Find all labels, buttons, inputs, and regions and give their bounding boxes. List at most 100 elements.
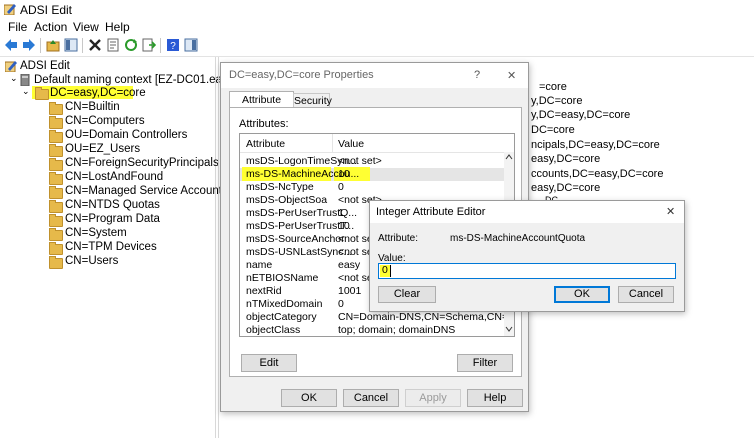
- adsi-edit-icon: [5, 61, 17, 72]
- cell-value: 0: [338, 298, 344, 310]
- filter-button[interactable]: Filter: [457, 354, 513, 372]
- folder-icon: [49, 186, 63, 199]
- folder-icon: [49, 102, 63, 115]
- tree-child[interactable]: OU=EZ_Users: [65, 143, 140, 156]
- clear-button[interactable]: Clear: [378, 286, 436, 303]
- tree-child[interactable]: CN=Program Data: [65, 213, 160, 226]
- list-header: Attribute Value: [240, 134, 514, 153]
- folder-icon: [49, 242, 63, 255]
- cancel-button[interactable]: Cancel: [343, 389, 399, 407]
- cell-attribute: nTMixedDomain: [246, 298, 323, 310]
- text-caret: [390, 265, 391, 277]
- column-attribute[interactable]: Attribute: [246, 138, 285, 150]
- tree-pane: ADSI Edit ⌄ Default naming context [EZ-D…: [0, 57, 261, 438]
- scroll-up-icon[interactable]: [505, 154, 513, 160]
- table-row[interactable]: objectCategory CN=Domain-DNS,CN=Schema,CN…: [240, 311, 504, 324]
- list-item[interactable]: easy,DC=core: [531, 182, 600, 194]
- cell-attribute: msDS-SourceAnchor: [246, 233, 345, 245]
- show-hide-action-pane-icon[interactable]: [184, 38, 198, 52]
- list-item[interactable]: ncipals,DC=easy,DC=core: [531, 139, 660, 151]
- cell-attribute: objectClass: [246, 324, 301, 336]
- table-row-selected[interactable]: ms-DS-MachineAccou... 10: [240, 167, 504, 181]
- scroll-down-icon[interactable]: [505, 326, 513, 332]
- back-arrow-icon[interactable]: [4, 38, 18, 52]
- tree-child[interactable]: CN=ForeignSecurityPrincipals: [65, 157, 219, 170]
- cancel-button[interactable]: Cancel: [618, 286, 674, 303]
- list-item[interactable]: ccounts,DC=easy,DC=core: [531, 168, 663, 180]
- ok-button[interactable]: OK: [281, 389, 337, 407]
- tree-child[interactable]: CN=Users: [65, 255, 118, 268]
- tree-child[interactable]: CN=Managed Service Accounts: [65, 185, 228, 198]
- tree-child[interactable]: CN=LostAndFound: [65, 171, 163, 184]
- tab-attribute-editor[interactable]: Attribute Editor: [229, 91, 294, 122]
- close-icon[interactable]: ✕: [507, 69, 516, 82]
- tree-domain[interactable]: DC=easy,DC=core: [50, 87, 146, 100]
- forward-arrow-icon[interactable]: [22, 38, 36, 52]
- folder-icon: [49, 116, 63, 129]
- tree-child[interactable]: CN=System: [65, 227, 127, 240]
- tree-child[interactable]: CN=TPM Devices: [65, 241, 157, 254]
- edit-button[interactable]: Edit: [241, 354, 297, 372]
- folder-icon: [49, 200, 63, 213]
- tree-child[interactable]: OU=Domain Controllers: [65, 129, 187, 142]
- menu-file[interactable]: File: [8, 20, 27, 34]
- attributes-label: Attributes:: [239, 118, 289, 130]
- dialog-title: DC=easy,DC=core Properties: [229, 69, 374, 81]
- cell-value: 0: [338, 181, 344, 193]
- apply-button[interactable]: Apply: [405, 389, 461, 407]
- tree-child[interactable]: CN=Computers: [65, 115, 145, 128]
- attribute-label: Attribute:: [378, 233, 419, 244]
- menu-action[interactable]: Action: [34, 20, 67, 34]
- toolbar: ?: [0, 35, 754, 57]
- cell-attribute: nextRid: [246, 285, 282, 297]
- cell-value: top; domain; domainDNS: [338, 324, 456, 336]
- folder-icon: [49, 228, 63, 241]
- folder-icon: [49, 172, 63, 185]
- export-list-icon[interactable]: [142, 38, 156, 52]
- integer-attribute-editor-dialog: Integer Attribute Editor ✕ Attribute: ms…: [369, 200, 685, 312]
- cell-value: 1001: [338, 285, 362, 297]
- adsi-edit-icon: [4, 4, 16, 15]
- ok-button[interactable]: OK: [554, 286, 610, 303]
- folder-icon: [49, 130, 63, 143]
- refresh-icon[interactable]: [124, 38, 138, 52]
- folder-icon: [49, 158, 63, 171]
- up-folder-icon[interactable]: [46, 38, 60, 52]
- cell-value: 10: [338, 220, 350, 232]
- tree-root[interactable]: ADSI Edit: [20, 60, 70, 73]
- cell-value: 10: [338, 168, 350, 180]
- cell-attribute: msDS-ObjectSoa: [246, 194, 328, 206]
- help-button[interactable]: Help: [467, 389, 523, 407]
- table-row[interactable]: msDS-NcType 0: [240, 181, 504, 194]
- tree-child[interactable]: CN=Builtin: [65, 101, 120, 114]
- list-item[interactable]: y,DC=core: [531, 95, 582, 107]
- folder-icon: [35, 87, 49, 100]
- list-item[interactable]: y,DC=easy,DC=core: [531, 109, 630, 121]
- tab-security[interactable]: Security: [293, 93, 332, 108]
- value-input[interactable]: 0: [378, 263, 676, 279]
- help-question-icon[interactable]: ?: [474, 69, 480, 81]
- cell-attribute: msDS-USNLastSync...: [246, 246, 353, 258]
- cell-value: CN=Domain-DNS,CN=Schema,CN=Configura: [338, 311, 504, 323]
- close-icon[interactable]: ✕: [666, 205, 675, 218]
- tree-child[interactable]: CN=NTDS Quotas: [65, 199, 160, 212]
- menu-view[interactable]: View: [73, 20, 99, 34]
- dialog-title: Integer Attribute Editor: [376, 206, 486, 218]
- table-row[interactable]: objectClass top; domain; domainDNS: [240, 324, 504, 336]
- menu-help[interactable]: Help: [105, 20, 130, 34]
- window-title: ADSI Edit: [20, 3, 73, 17]
- list-item[interactable]: easy,DC=core: [531, 153, 600, 165]
- list-item[interactable]: DC=core: [531, 124, 575, 136]
- properties-icon[interactable]: [106, 38, 120, 52]
- folder-icon: [49, 214, 63, 227]
- attribute-name: ms-DS-MachineAccountQuota: [450, 233, 586, 244]
- delete-icon[interactable]: [88, 38, 102, 52]
- folder-icon: [49, 256, 63, 269]
- cell-attribute: name: [246, 259, 273, 271]
- collapse-arrow-icon[interactable]: ⌄: [22, 86, 30, 99]
- column-value[interactable]: Value: [338, 138, 364, 150]
- list-item[interactable]: =core: [539, 81, 567, 93]
- show-hide-tree-icon[interactable]: [64, 38, 78, 52]
- help-icon[interactable]: ?: [166, 38, 180, 52]
- collapse-arrow-icon[interactable]: ⌄: [10, 73, 18, 86]
